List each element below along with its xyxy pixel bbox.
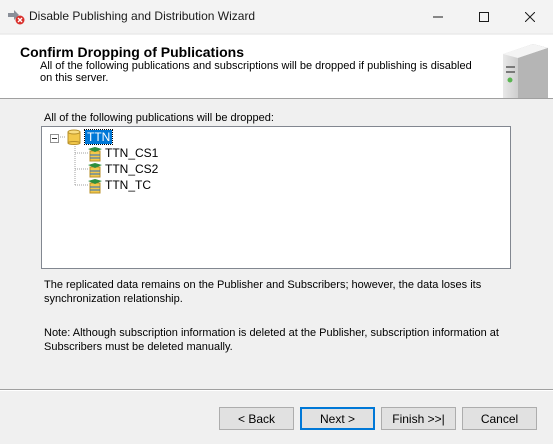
tree-node-ttn-tc[interactable]: TTN_TC (105, 178, 151, 192)
page-title: Confirm Dropping of Publications (20, 44, 244, 60)
window-title: Disable Publishing and Distribution Wiza… (29, 9, 256, 23)
publication-icon (87, 146, 103, 162)
publication-icon (87, 178, 103, 194)
footer-divider (0, 389, 553, 391)
collapse-toggle-icon[interactable] (50, 132, 59, 143)
next-button[interactable]: Next > (300, 407, 375, 430)
publications-list-label: All of the following publications will b… (44, 112, 274, 124)
publications-tree[interactable]: TTN TTN_CS1 TTN_CS2 TTN_TC (41, 126, 511, 269)
wizard-header: Confirm Dropping of Publications All of … (0, 35, 553, 99)
subscription-note: Note: Although subscription information … (44, 327, 499, 353)
tree-node-ttn-cs2[interactable]: TTN_CS2 (105, 162, 158, 176)
data-retention-note: The replicated data remains on the Publi… (44, 279, 482, 305)
finish-button[interactable]: Finish >>| (381, 407, 456, 430)
close-button[interactable] (507, 0, 553, 33)
database-icon (67, 129, 81, 145)
maximize-button[interactable] (461, 0, 507, 33)
back-button[interactable]: < Back (219, 407, 294, 430)
title-bar: Disable Publishing and Distribution Wiza… (0, 0, 553, 34)
tree-node-ttn-cs1[interactable]: TTN_CS1 (105, 146, 158, 160)
minimize-icon (433, 12, 443, 22)
cancel-button[interactable]: Cancel (462, 407, 537, 430)
tree-node-ttn[interactable]: TTN (83, 129, 114, 145)
publication-icon (87, 162, 103, 178)
close-icon (525, 11, 535, 22)
wizard-disable-icon (7, 7, 25, 25)
server-icon (493, 40, 548, 98)
page-description: All of the following publications and su… (40, 60, 472, 84)
maximize-icon (479, 11, 489, 22)
minimize-button[interactable] (415, 0, 461, 33)
